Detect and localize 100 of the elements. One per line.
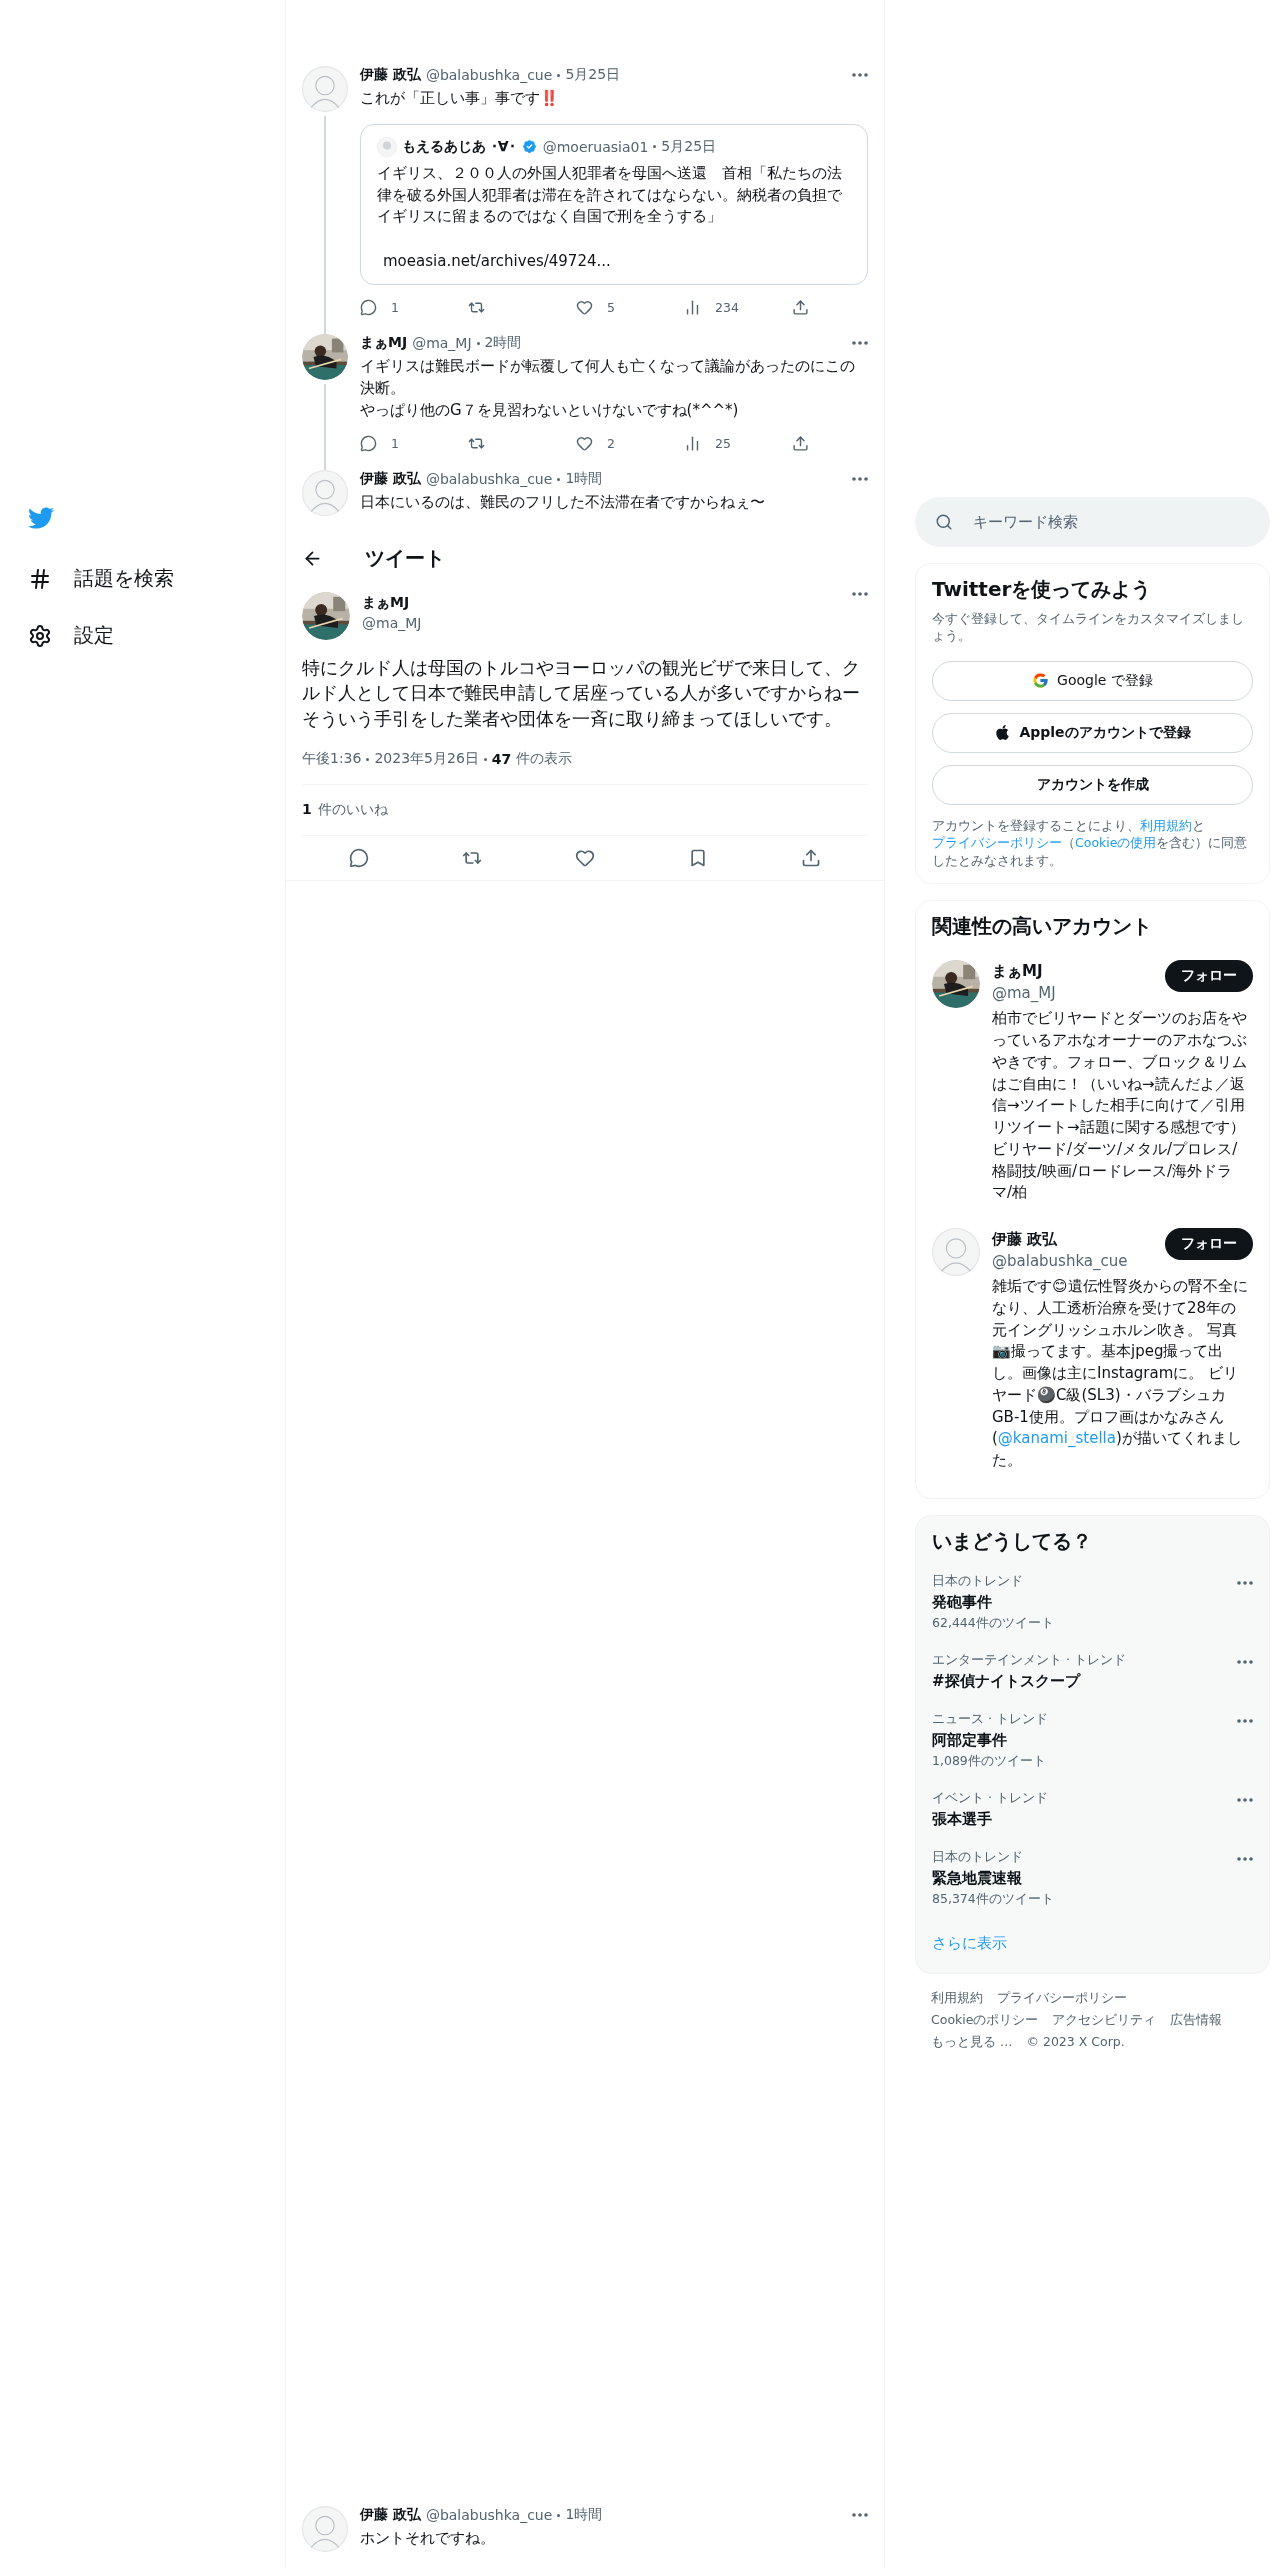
search-icon — [935, 513, 953, 531]
more-icon[interactable] — [1237, 1856, 1253, 1861]
more-icon — [852, 477, 868, 482]
account-bio: 雑垢です😊遺伝性腎炎からの腎不全になり、人工透析治療を受けて28年の元イングリッシュホルン吹き。 写真📷撮ってます。基本jpeg撮って出し。画像は主にInstagramに。 ビリヤード🎱C級(SL3)・バラブシュカGB-1使用。プロフ画はかなみさん(@kanami_stella)が描いてくれました。 — [992, 1276, 1249, 1471]
search-field[interactable]: キーワード検索 — [915, 497, 1270, 547]
share-button[interactable] — [801, 848, 822, 869]
tweet-text: そういう手引をした業者や団体を一斉に取り締まってほしいです。 — [302, 707, 843, 731]
more-icon[interactable] — [1237, 1659, 1253, 1664]
follow-button[interactable]: フォロー — [1165, 1228, 1253, 1260]
trend-category: イベント · トレンド — [932, 1789, 1049, 1807]
more-icon — [852, 73, 868, 77]
nav-item[interactable]: 設定 — [28, 614, 285, 657]
separator-dot — [653, 145, 657, 149]
author-name: もえるあじあ ･∀･ — [402, 137, 516, 156]
footer-link[interactable]: もっと見る … — [931, 2033, 1013, 2051]
trend-title: 発砲事件 — [932, 1592, 993, 1612]
nav-item[interactable]: 話題を検索 — [28, 557, 285, 600]
views-label: 件の表示 — [516, 750, 573, 769]
more-button[interactable] — [852, 477, 868, 482]
trend-title: 阿部定事件 — [932, 1730, 1008, 1750]
tweet-time: 1時間 — [565, 2506, 603, 2525]
more-icon — [852, 2513, 868, 2518]
reply-icon — [360, 299, 377, 316]
trend-category: ニュース · トレンド — [932, 1710, 1049, 1728]
tweet-text: イギリスは難民ボードが転覆して何人も亡くなって議論があったのにこの決断。 — [360, 356, 856, 399]
author-name: 伊藤 政弘 — [360, 470, 421, 489]
google-signup-button[interactable]: Google で登録 — [932, 660, 1253, 701]
create-signup-button[interactable]: アカウントを作成 — [932, 764, 1253, 805]
views-button[interactable]: 234 — [684, 299, 792, 316]
tweet-time: 午後1:36 — [302, 750, 362, 769]
like-button[interactable]: 5 — [576, 299, 684, 316]
trend-title: #探偵ナイトスクープ — [932, 1671, 1082, 1691]
trend-item[interactable]: エンターテインメント · トレンド #探偵ナイトスクープ — [932, 1641, 1253, 1701]
terms-text: アカウントを登録することにより、利用規約 と プライバシーポリシー（Cookieの使用を含む）に同意したとみなされます。 — [932, 816, 1249, 870]
author-handle: @balabushka_cue — [425, 471, 553, 488]
trend-item[interactable]: 日本のトレンド 発砲事件 62,444件のツイート — [932, 1562, 1253, 1642]
bird-logo-icon[interactable] — [28, 505, 54, 531]
views-button[interactable]: 25 — [684, 435, 792, 453]
more-icon — [852, 592, 868, 596]
google-logo-icon — [1032, 672, 1050, 690]
reply-icon — [348, 848, 369, 869]
like-button[interactable] — [574, 848, 595, 869]
author-handle: @balabushka_cue — [425, 2507, 553, 2524]
tweet-time: 1時間 — [565, 470, 603, 489]
share-icon — [792, 435, 809, 453]
author-handle: @ma_MJ — [362, 615, 423, 631]
heart-icon — [576, 299, 593, 316]
account-handle: @ma_MJ — [992, 984, 1057, 1003]
more-button[interactable] — [852, 341, 868, 345]
like-button[interactable]: 2 — [576, 435, 684, 453]
trend-item[interactable]: イベント · トレンド 張本選手 — [932, 1779, 1253, 1839]
footer-link[interactable]: 利用規約 — [931, 1989, 983, 2007]
more-icon[interactable] — [1237, 1580, 1253, 1585]
card-subtitle: 今すぐ登録して、タイムラインをカスタマイズしましょう。 — [932, 611, 1245, 645]
tweet-text: 日本にいるのは、難民のフリした不法滞在者ですからねぇ〜 — [360, 492, 766, 514]
footer-link[interactable]: 広告情報 — [1170, 2011, 1223, 2029]
card-title: Twitterを使ってみよう — [932, 576, 1153, 603]
footer-link[interactable]: プライバシーポリシー — [997, 1989, 1127, 2007]
trend-count: 62,444件のツイート — [932, 1614, 1055, 1632]
trend-title: 緊急地震速報 — [932, 1868, 1023, 1888]
footer-link[interactable]: アクセシビリティ — [1052, 2011, 1157, 2029]
trend-item[interactable]: 日本のトレンド 緊急地震速報 85,374件のツイート — [932, 1838, 1253, 1918]
views-icon — [684, 435, 701, 453]
separator-dot — [557, 2513, 561, 2517]
separator-dot — [476, 341, 480, 345]
tweet-time: 5月25日 — [661, 137, 717, 156]
tweet-time: 5月25日 — [565, 66, 621, 84]
reply-button[interactable] — [348, 848, 369, 869]
more-icon[interactable] — [1237, 1718, 1253, 1723]
more-button[interactable] — [852, 592, 868, 596]
reply-icon — [360, 435, 377, 453]
more-icon — [852, 341, 868, 345]
apple-logo-icon — [994, 724, 1012, 742]
footer-link[interactable]: Cookieのポリシー — [931, 2011, 1039, 2029]
more-button[interactable] — [852, 2513, 868, 2518]
separator-dot — [557, 73, 561, 77]
account-bio: 柏市でビリヤードとダーツのお店をやっているアホなオーナーのアホなつぶやきです。フォロー、ブロック＆リムはご自由に！（いいね→読んだよ／返信→ツイートした相手に向けて／引用リツイート→話題に関する感想です）ビリヤード/ダーツ/メタル/プロレス/格闘技/映画/ロードレース/海外ドラマ/柏 — [992, 1008, 1248, 1204]
separator-dot — [483, 757, 487, 761]
card-title: いまどうしてる？ — [932, 1527, 1093, 1555]
trend-category: エンターテインメント · トレンド — [932, 1651, 1127, 1669]
quote-text: イギリス、２００人の外国人犯罪者を母国へ送還 首相「私たちの法律を破る外国人犯罪者は滞在を許されてはならない。納税者の負担でイギリスに留まるのではなく自国で刑を全うする」 — [377, 162, 843, 228]
more-icon[interactable] — [1237, 1797, 1253, 1802]
account-name: 伊藤 政弘 — [992, 1230, 1059, 1249]
card-title: 関連性の高いアカウント — [932, 913, 1153, 941]
separator-dot — [366, 757, 370, 761]
trend-category: 日本のトレンド — [932, 1848, 1024, 1866]
author-handle: @balabushka_cue — [425, 67, 553, 83]
more-button[interactable] — [852, 73, 868, 77]
apple-signup-button[interactable]: Appleのアカウントで登録 — [932, 712, 1253, 753]
quote-card[interactable]: もえるあじあ ･∀･ @moeruasia01 5月25日 イギリス、２００人の外国人犯罪者を母国へ送還 首相「私たちの法律を破る外国人犯罪者は滞在を許されてはならない。納税者の負担でイギリスに留まるのではなく自国で刑を全うする」 moeasia.net/archives/49724... — [360, 123, 868, 285]
trend-item[interactable]: ニュース · トレンド 阿部定事件 1,089件のツイート — [932, 1700, 1253, 1780]
reply-button[interactable]: 1 — [360, 435, 468, 453]
share-button[interactable] — [792, 299, 809, 316]
footer-link[interactable]: © 2023 X Corp. — [1026, 2033, 1125, 2051]
trend-count: 85,374件のツイート — [932, 1890, 1055, 1908]
views-icon — [684, 299, 701, 316]
reply-button[interactable]: 1 — [360, 299, 468, 316]
heart-icon — [576, 435, 593, 453]
follow-button[interactable]: フォロー — [1165, 960, 1253, 993]
share-button[interactable] — [792, 435, 809, 453]
